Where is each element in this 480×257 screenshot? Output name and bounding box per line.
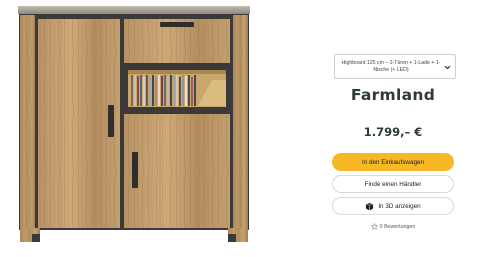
add-to-cart-label: In den Einkaufswagen (362, 158, 424, 166)
find-dealer-label: Finde einen Händler (364, 180, 422, 188)
cube-3d-icon (366, 202, 374, 210)
reviews-label: 0 Bewertungen (379, 223, 416, 230)
variant-select[interactable]: Highboard 125 cm – 2-Türen + 1-Lade + 1-… (334, 54, 456, 79)
cabinet-illustration (18, 6, 250, 242)
find-dealer-button[interactable]: Finde einen Händler (332, 175, 454, 193)
add-to-cart-button[interactable]: In den Einkaufswagen (332, 153, 454, 171)
product-image (0, 0, 296, 257)
view-3d-label: In 3D anzeigen (378, 202, 421, 210)
variant-select-label: Highboard 125 cm – 2-Türen + 1-Lade + 1-… (341, 60, 441, 73)
product-title: Farmland (350, 86, 436, 104)
purchase-panel: Highboard 125 cm – 2-Türen + 1-Lade + 1-… (314, 36, 466, 246)
chevron-down-icon (444, 65, 451, 70)
product-price: 1.799,– € (363, 125, 423, 139)
reviews-link[interactable]: 0 Bewertungen (314, 223, 472, 230)
view-3d-button[interactable]: In 3D anzeigen (332, 197, 454, 215)
star-outline-icon (370, 223, 378, 230)
